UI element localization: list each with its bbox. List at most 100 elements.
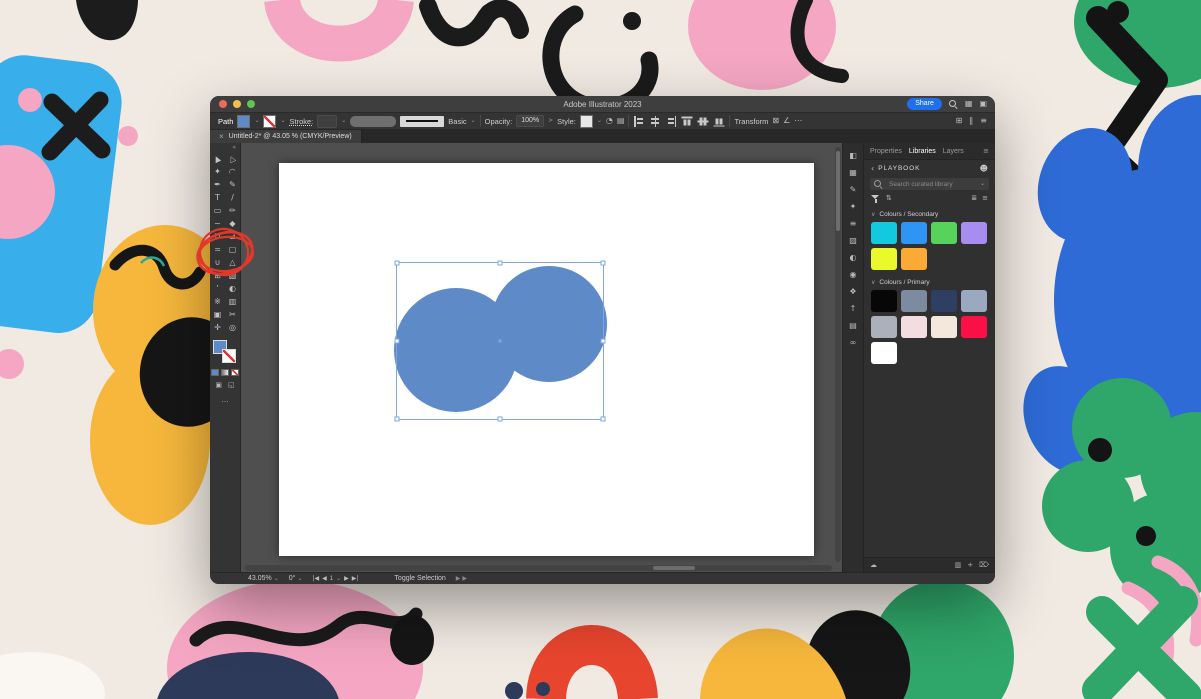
rotate-tool[interactable]: ↻ bbox=[210, 230, 225, 243]
columns-icon[interactable]: ∥ bbox=[969, 117, 973, 125]
delete-icon[interactable]: ⌦ bbox=[979, 561, 989, 569]
stroke-label[interactable]: Stroke: bbox=[290, 117, 314, 126]
links-panel-icon[interactable]: ∞ bbox=[843, 334, 863, 351]
transform-label[interactable]: Transform bbox=[734, 117, 768, 126]
swatches-panel-icon[interactable]: ▦ bbox=[843, 164, 863, 181]
close-tab-icon[interactable]: × bbox=[219, 132, 224, 141]
color-swatch[interactable] bbox=[871, 290, 897, 312]
selection-handle[interactable] bbox=[600, 338, 606, 344]
eyedropper-tool[interactable]: ’ bbox=[210, 282, 225, 295]
color-swatch[interactable] bbox=[931, 290, 957, 312]
perspective-grid-tool[interactable]: △ bbox=[225, 256, 240, 269]
fill-color-swatch[interactable] bbox=[237, 114, 251, 128]
collapse-toolbar-icon[interactable]: « bbox=[210, 143, 240, 151]
color-swatch[interactable] bbox=[901, 248, 927, 270]
section-header[interactable]: ∨ Colours / Secondary bbox=[864, 205, 995, 220]
selection-handle[interactable] bbox=[600, 416, 606, 422]
add-item-icon[interactable]: + bbox=[967, 561, 973, 569]
artboard-tool[interactable]: ▣ bbox=[210, 308, 225, 321]
selection-handle[interactable] bbox=[394, 416, 400, 422]
lasso-tool[interactable]: ◠ bbox=[225, 165, 240, 178]
symbols-panel-icon[interactable]: ✦ bbox=[843, 198, 863, 215]
panel-menu-icon[interactable]: ≡ bbox=[983, 147, 989, 155]
color-mode-button[interactable] bbox=[211, 369, 219, 376]
menu-icon[interactable]: ≡ bbox=[980, 117, 987, 125]
appearance-panel-icon[interactable]: ◉ bbox=[843, 266, 863, 283]
grid-icon[interactable]: ⊞ bbox=[956, 117, 963, 125]
selection-handle[interactable] bbox=[497, 260, 503, 266]
brush-name[interactable]: Basic bbox=[448, 117, 466, 126]
selection-tool[interactable]: ▶ bbox=[210, 152, 225, 165]
paintbrush-tool[interactable]: ✏ bbox=[225, 204, 240, 217]
slice-tool[interactable]: ✂ bbox=[225, 308, 240, 321]
none-mode-button[interactable] bbox=[231, 369, 239, 376]
tab-layers[interactable]: Layers bbox=[943, 148, 964, 155]
align-middle-icon[interactable] bbox=[698, 115, 709, 127]
chevron-down-icon[interactable]: ⌄ bbox=[471, 118, 476, 124]
search-input[interactable] bbox=[887, 179, 976, 189]
opacity-value[interactable]: 100% bbox=[516, 115, 545, 127]
library-search[interactable]: ⌄ bbox=[870, 178, 989, 190]
view-list-icon[interactable]: ≣ bbox=[971, 195, 977, 202]
selection-bounding-box[interactable] bbox=[394, 260, 606, 422]
align-right-icon[interactable] bbox=[665, 115, 677, 127]
align-center-icon[interactable] bbox=[649, 115, 661, 127]
direct-selection-tool[interactable]: ▷ bbox=[225, 152, 240, 165]
transparency-panel-icon[interactable]: ◐ bbox=[843, 249, 863, 266]
color-swatch[interactable] bbox=[961, 290, 987, 312]
blend-tool[interactable]: ◐ bbox=[225, 282, 240, 295]
color-swatch[interactable] bbox=[961, 316, 987, 338]
rotation-control[interactable]: 0° ⌄ bbox=[289, 575, 303, 582]
fill-stroke-indicator[interactable] bbox=[210, 339, 240, 367]
curvature-tool[interactable]: ✎ bbox=[225, 178, 240, 191]
scale-tool[interactable]: ⊿ bbox=[225, 230, 240, 243]
chevron-down-icon[interactable]: ⌄ bbox=[341, 118, 346, 124]
color-swatch[interactable] bbox=[871, 316, 897, 338]
opacity-label[interactable]: Opacity: bbox=[485, 117, 513, 126]
account-icon[interactable]: ☻ bbox=[980, 164, 988, 173]
symbol-sprayer-tool[interactable]: ※ bbox=[210, 295, 225, 308]
sort-icon[interactable]: ⇅ bbox=[886, 195, 892, 202]
document-tab[interactable]: × Untitled-2* @ 43.05 % (CMYK/Preview) bbox=[210, 130, 362, 143]
color-swatch[interactable] bbox=[901, 222, 927, 244]
tab-properties[interactable]: Properties bbox=[870, 148, 902, 155]
line-segment-tool[interactable]: / bbox=[225, 191, 240, 204]
gradient-mode-button[interactable] bbox=[221, 369, 229, 376]
first-artboard-icon[interactable]: |◀ bbox=[313, 575, 320, 582]
selection-handle[interactable] bbox=[497, 416, 503, 422]
filter-icon[interactable] bbox=[871, 194, 880, 203]
color-swatch[interactable] bbox=[961, 222, 987, 244]
shape-builder-tool[interactable]: ∪ bbox=[210, 256, 225, 269]
selection-handle[interactable] bbox=[394, 338, 400, 344]
share-button[interactable]: Share bbox=[907, 98, 942, 110]
magic-wand-tool[interactable]: ✦ bbox=[210, 165, 225, 178]
style-swatch[interactable] bbox=[579, 114, 593, 128]
align-bottom-icon[interactable] bbox=[714, 115, 725, 127]
library-item-icon[interactable]: ▥ bbox=[955, 561, 962, 569]
shear-icon[interactable]: ∠ bbox=[783, 117, 790, 125]
horizontal-scrollbar-handle[interactable] bbox=[653, 566, 695, 570]
type-tool[interactable]: T bbox=[210, 191, 225, 204]
stroke-swatch[interactable] bbox=[222, 349, 236, 363]
brushes-panel-icon[interactable]: ✎ bbox=[843, 181, 863, 198]
color-swatch[interactable] bbox=[901, 290, 927, 312]
chevron-right-icon[interactable]: > bbox=[548, 118, 553, 124]
stroke-color-swatch[interactable] bbox=[263, 114, 277, 128]
artboards-panel-icon[interactable]: ▤ bbox=[843, 317, 863, 334]
selection-handle[interactable] bbox=[394, 260, 400, 266]
asset-export-panel-icon[interactable]: ↑ bbox=[843, 300, 863, 317]
column-graph-tool[interactable]: ▥ bbox=[225, 295, 240, 308]
draw-mode-icon[interactable]: ▣ bbox=[215, 381, 222, 389]
eraser-tool[interactable]: ◆ bbox=[225, 217, 240, 230]
color-panel-icon[interactable]: ◧ bbox=[843, 147, 863, 164]
chevron-down-icon[interactable]: ⌄ bbox=[254, 118, 259, 124]
color-swatch[interactable] bbox=[931, 222, 957, 244]
previous-artboard-icon[interactable]: ◀ bbox=[322, 575, 327, 582]
workspace-icon[interactable]: ▦ bbox=[965, 100, 973, 108]
horizontal-scrollbar[interactable] bbox=[245, 565, 832, 571]
hand-tool[interactable]: ✛ bbox=[210, 321, 225, 334]
color-swatch[interactable] bbox=[871, 342, 897, 364]
vertical-scrollbar-handle[interactable] bbox=[836, 151, 840, 231]
mesh-tool[interactable]: ⊞ bbox=[210, 269, 225, 282]
zoom-level-control[interactable]: 43.05% ⌄ bbox=[248, 575, 279, 582]
